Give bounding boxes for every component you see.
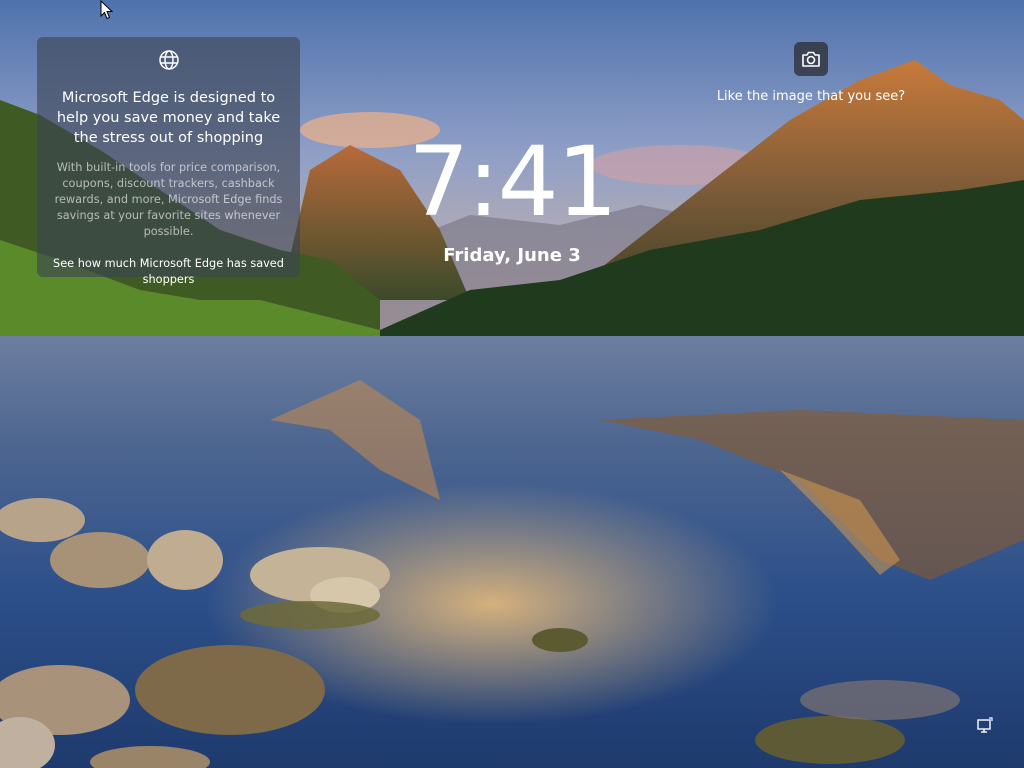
info-card-title: Microsoft Edge is designed to help you s… (56, 90, 281, 146)
lock-clock-date: Friday, June 3 (443, 245, 581, 266)
edge-info-card: Microsoft Edge is designed to help you s… (37, 37, 300, 286)
like-image-label[interactable]: Like the image that you see? (711, 88, 911, 106)
mouse-cursor-icon (100, 0, 113, 20)
network-icon[interactable] (976, 717, 994, 735)
globe-icon (158, 50, 179, 70)
lock-clock-time: 7:41 (408, 126, 618, 238)
lock-screen[interactable]: Microsoft Edge is designed to help you s… (0, 0, 1024, 768)
like-image-button[interactable] (794, 42, 828, 76)
camera-icon (802, 51, 820, 67)
info-card-body: With built-in tools for price comparison… (54, 161, 283, 238)
info-card-link[interactable]: See how much Microsoft Edge has saved sh… (47, 256, 290, 288)
